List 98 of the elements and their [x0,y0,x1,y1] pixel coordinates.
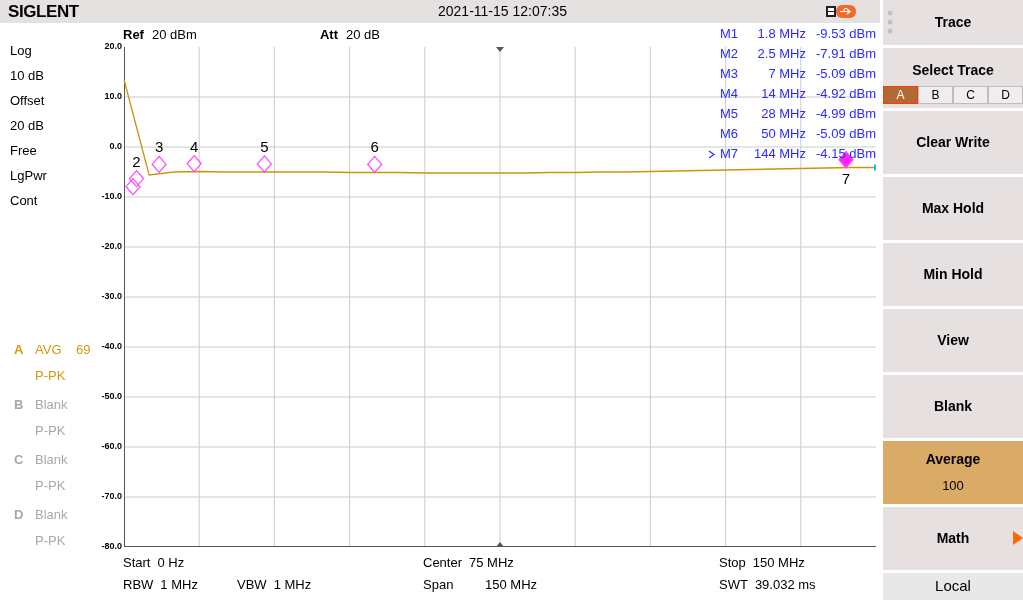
trace-tab[interactable]: C [953,86,988,104]
y-axis-label: -50.0 [101,390,122,404]
marker-name: M1 [720,25,740,44]
marker-amplitude: -5.09 dBm [815,65,876,84]
parameter-value: 1 MHz [273,576,312,595]
marker-frequency: 144 MHz [752,145,806,164]
softkey[interactable]: Clear Write [883,111,1023,174]
marker-amplitude: -7.91 dBm [815,45,876,64]
y-axis-label: -30.0 [101,290,122,304]
trace-end-marker [874,164,876,171]
detector-label: P-PK [35,532,66,551]
detector-label: P-PK [35,422,66,441]
att-label: Att [319,26,338,45]
att-value: 20 dB [346,26,380,45]
usb-icon [826,5,856,18]
softkey[interactable]: Math [883,507,1023,570]
marker-frequency: 28 MHz [760,105,806,124]
submenu-arrow-icon [1013,531,1023,545]
trace-mode: Blank [35,396,69,415]
detector-label: P-PK [35,477,66,496]
marker-name: M7 [720,145,740,164]
parameter-value: 75 MHz [469,554,514,573]
y-axis-label: 20.0 [104,40,122,54]
softkey[interactable]: Max Hold [883,177,1023,240]
y-axis-label: -80.0 [101,540,122,554]
center-top-marker-icon [496,47,504,52]
y-axis-label: -20.0 [101,240,122,254]
trace-letter: C [13,451,25,470]
setting-label: LgPwr [10,167,47,185]
trace-mode: AVG [35,341,63,360]
marker-frequency: 7 MHz [767,65,806,84]
trace-mode: Blank [35,451,69,470]
marker-number: 7 [841,169,851,187]
menu-title: Trace [934,13,972,32]
setting-label: 10 dB [10,67,44,85]
setting-label: Cont [10,192,38,210]
parameter-label: Stop [719,554,746,573]
parameter-value: 1 MHz [160,576,198,595]
trace-tab[interactable]: A [883,86,918,104]
marker-name: M4 [720,85,740,104]
marker-number: 2 [132,152,141,170]
status-label: Local [883,573,1023,600]
setting-label: Log [10,42,32,60]
trace-letter: D [13,506,25,525]
marker-number: 3 [154,138,164,156]
setting-label: Offset [10,92,45,110]
active-marker-pointer-icon [707,149,715,159]
y-axis-label: -40.0 [101,340,122,354]
trace-letter: A [13,341,25,360]
parameter-value: 0 Hz [157,554,185,573]
setting-label: 20 dB [10,117,44,135]
marker-frequency: 2.5 MHz [756,45,806,64]
softkey[interactable]: Blank [883,375,1023,438]
parameter-label: Start [123,554,151,573]
marker-amplitude: -4.99 dBm [815,105,876,124]
parameter-label: RBW [123,576,154,595]
trace-tab[interactable]: D [988,86,1023,104]
marker-amplitude: -5.09 dBm [815,125,876,144]
parameter-value: 150 MHz [485,576,538,595]
marker-number: 6 [370,138,379,156]
marker-number: 5 [260,137,269,155]
setting-label: Free [10,142,37,160]
detector-label: P-PK [35,367,66,386]
select-trace-label: Select Trace [912,61,994,80]
parameter-value: 39.032 ms [754,576,816,595]
y-axis-label: -60.0 [101,440,122,454]
marker-name: M6 [720,125,740,144]
parameter-value: 150 MHz [752,554,805,573]
y-axis-label: -10.0 [101,190,122,204]
trace-letter: B [13,396,25,415]
marker-number: 4 [190,137,199,155]
ref-value: 20 dBm [151,26,198,45]
ref-label: Ref [123,26,144,45]
parameter-label: Span [423,576,455,595]
marker-frequency: 14 MHz [760,85,806,104]
marker-name: M5 [720,105,740,124]
softkey[interactable]: View [883,309,1023,372]
more-dots-icon [887,10,893,36]
parameter-label: Center [423,554,463,573]
marker-amplitude: -4.92 dBm [815,85,876,104]
softkey[interactable]: Average 100 [883,441,1023,504]
marker-amplitude: -4.15 dBm [815,145,876,164]
parameter-label: VBW [237,576,267,595]
brand-logo: SIGLENT [8,0,80,23]
marker-frequency: 50 MHz [760,125,806,144]
average-count: 69 [76,341,91,360]
y-axis-label: 10.0 [104,90,122,104]
trace-mode: Blank [35,506,69,525]
y-axis-label: 0.0 [109,140,122,154]
y-axis-label: -70.0 [101,490,122,504]
date-time: 2021-11-15 12:07:35 [438,2,567,21]
marker-name: M3 [720,65,740,84]
trace-tab[interactable]: B [918,86,953,104]
marker-amplitude: -9.53 dBm [815,25,876,44]
marker-name: M2 [720,45,740,64]
softkey[interactable]: Min Hold [883,243,1023,306]
marker-frequency: 1.8 MHz [756,25,806,44]
parameter-label: SWT [719,576,748,595]
